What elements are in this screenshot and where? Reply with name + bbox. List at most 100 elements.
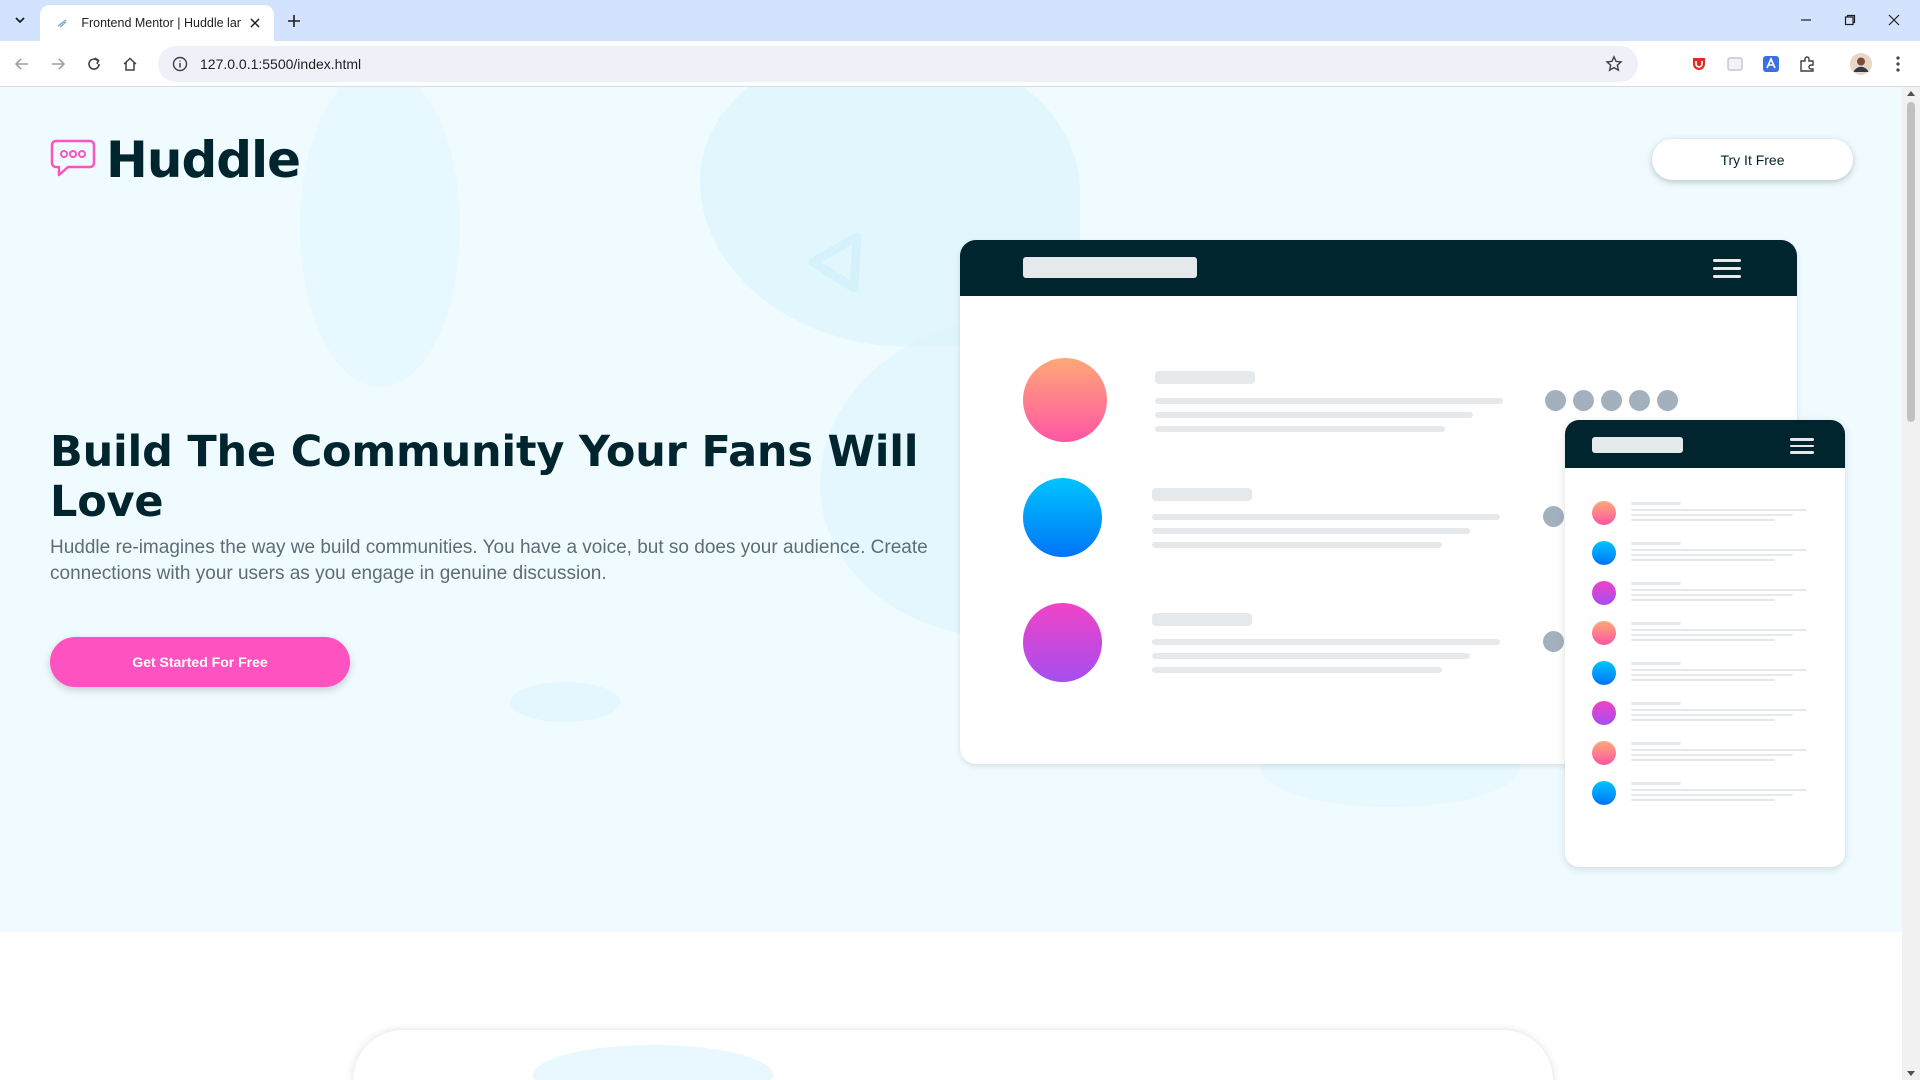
get-started-button[interactable]: Get Started For Free xyxy=(50,637,350,687)
mobile-text-placeholder xyxy=(1631,582,1681,585)
scroll-down-arrow-icon[interactable] xyxy=(1907,1071,1915,1076)
hamburger-menu-icon xyxy=(1713,259,1741,283)
mobile-text-placeholder xyxy=(1631,782,1681,785)
mobile-avatar-placeholder xyxy=(1592,661,1616,685)
mobile-text-placeholder xyxy=(1631,749,1807,751)
dot-placeholder xyxy=(1629,390,1650,411)
reload-icon xyxy=(88,57,100,70)
favicon-icon xyxy=(54,15,69,31)
mobile-title-placeholder xyxy=(1592,437,1683,453)
mobile-text-placeholder xyxy=(1631,549,1807,551)
mobile-text-placeholder xyxy=(1631,509,1807,511)
close-window-button[interactable] xyxy=(1872,6,1916,34)
mobile-text-placeholder xyxy=(1631,709,1807,711)
hero-headline: Build The Community Your Fans Will Love xyxy=(50,427,919,527)
mobile-text-placeholder xyxy=(1631,559,1775,561)
new-tab-button[interactable] xyxy=(282,9,306,33)
page-scrollbar[interactable] xyxy=(1902,87,1920,1080)
dot-placeholder xyxy=(1545,390,1566,411)
browser-tab[interactable]: Frontend Mentor | Huddle land xyxy=(40,5,274,41)
site-info-icon[interactable] xyxy=(172,56,188,72)
dot-placeholder xyxy=(1543,506,1564,527)
scrollbar-thumb[interactable] xyxy=(1907,102,1915,422)
chevron-down-icon xyxy=(15,17,25,24)
text-placeholder xyxy=(1152,514,1500,520)
profile-avatar-icon[interactable] xyxy=(1849,52,1873,76)
mobile-text-placeholder xyxy=(1631,714,1793,716)
back-button[interactable] xyxy=(8,50,36,78)
mobile-text-placeholder xyxy=(1631,742,1681,745)
text-placeholder xyxy=(1152,528,1470,534)
logo-text: Huddle xyxy=(106,131,301,189)
text-placeholder xyxy=(1152,653,1470,659)
address-bar[interactable]: 127.0.0.1:5500/index.html xyxy=(158,46,1638,82)
mobile-text-placeholder xyxy=(1631,594,1793,596)
tab-title: Frontend Mentor | Huddle land xyxy=(81,16,241,30)
text-placeholder xyxy=(1152,488,1252,501)
mobile-text-placeholder xyxy=(1631,629,1807,631)
mobile-text-placeholder xyxy=(1631,719,1775,721)
mobile-mockup xyxy=(1565,420,1845,867)
mobile-text-placeholder xyxy=(1631,502,1681,505)
reload-button[interactable] xyxy=(80,50,108,78)
background-blob xyxy=(533,1045,773,1080)
arrow-right-icon xyxy=(52,58,66,70)
mobile-text-placeholder xyxy=(1631,554,1793,556)
text-placeholder xyxy=(1155,412,1473,418)
features-card xyxy=(353,1030,1553,1080)
mobile-text-placeholder xyxy=(1631,514,1793,516)
hamburger-menu-icon xyxy=(1790,438,1814,458)
avatar-placeholder xyxy=(1023,358,1107,442)
home-icon xyxy=(123,57,137,71)
arrow-left-icon xyxy=(14,58,28,70)
extension-shield-icon[interactable] xyxy=(1687,52,1711,76)
mobile-text-placeholder xyxy=(1631,519,1775,521)
logo[interactable]: Huddle xyxy=(50,131,301,189)
minimize-icon xyxy=(1801,19,1811,21)
mobile-text-placeholder xyxy=(1631,639,1775,641)
mobile-text-placeholder xyxy=(1631,754,1793,756)
background-blob xyxy=(510,682,620,722)
mobile-text-placeholder xyxy=(1631,599,1775,601)
extension-translate-icon[interactable] xyxy=(1759,52,1783,76)
tab-search-button[interactable] xyxy=(6,8,34,32)
mobile-text-placeholder xyxy=(1631,589,1807,591)
text-placeholder xyxy=(1152,613,1252,626)
avatar-placeholder xyxy=(1023,478,1102,557)
avatar-placeholder xyxy=(1023,603,1102,682)
mobile-header-bar xyxy=(1565,420,1845,468)
close-tab-icon[interactable] xyxy=(247,14,264,32)
mobile-text-placeholder xyxy=(1631,794,1793,796)
dot-placeholder xyxy=(1657,390,1678,411)
minimize-button[interactable] xyxy=(1784,6,1828,34)
mobile-text-placeholder xyxy=(1631,622,1681,625)
mockup-header-bar xyxy=(960,240,1797,296)
try-it-free-button[interactable]: Try It Free xyxy=(1652,139,1853,180)
scroll-up-arrow-icon[interactable] xyxy=(1907,91,1915,96)
bookmark-star-icon[interactable] xyxy=(1604,54,1624,74)
mobile-avatar-placeholder xyxy=(1592,581,1616,605)
plus-icon xyxy=(288,15,300,27)
mobile-avatar-placeholder xyxy=(1592,541,1616,565)
mobile-text-placeholder xyxy=(1631,702,1681,705)
mockup-title-placeholder xyxy=(1023,257,1197,278)
browser-menu-icon[interactable] xyxy=(1886,52,1910,76)
mobile-text-placeholder xyxy=(1631,679,1775,681)
text-placeholder xyxy=(1155,426,1445,432)
extensions-puzzle-icon[interactable] xyxy=(1795,52,1819,76)
chat-bubble-logo-icon xyxy=(50,139,96,177)
restore-button[interactable] xyxy=(1828,6,1872,34)
home-button[interactable] xyxy=(116,50,144,78)
mobile-avatar-placeholder xyxy=(1592,701,1616,725)
extension-grid-icon[interactable] xyxy=(1723,52,1747,76)
text-placeholder xyxy=(1155,371,1255,384)
mobile-text-placeholder xyxy=(1631,789,1807,791)
dot-placeholder xyxy=(1601,390,1622,411)
mobile-text-placeholder xyxy=(1631,759,1775,761)
browser-tab-bar: Frontend Mentor | Huddle land xyxy=(0,0,1920,41)
mobile-text-placeholder xyxy=(1631,542,1681,545)
triangle-decoration-icon xyxy=(808,232,862,293)
hero-description: Huddle re-imagines the way we build comm… xyxy=(50,537,928,584)
dot-placeholder xyxy=(1543,631,1564,652)
forward-button[interactable] xyxy=(44,50,72,78)
